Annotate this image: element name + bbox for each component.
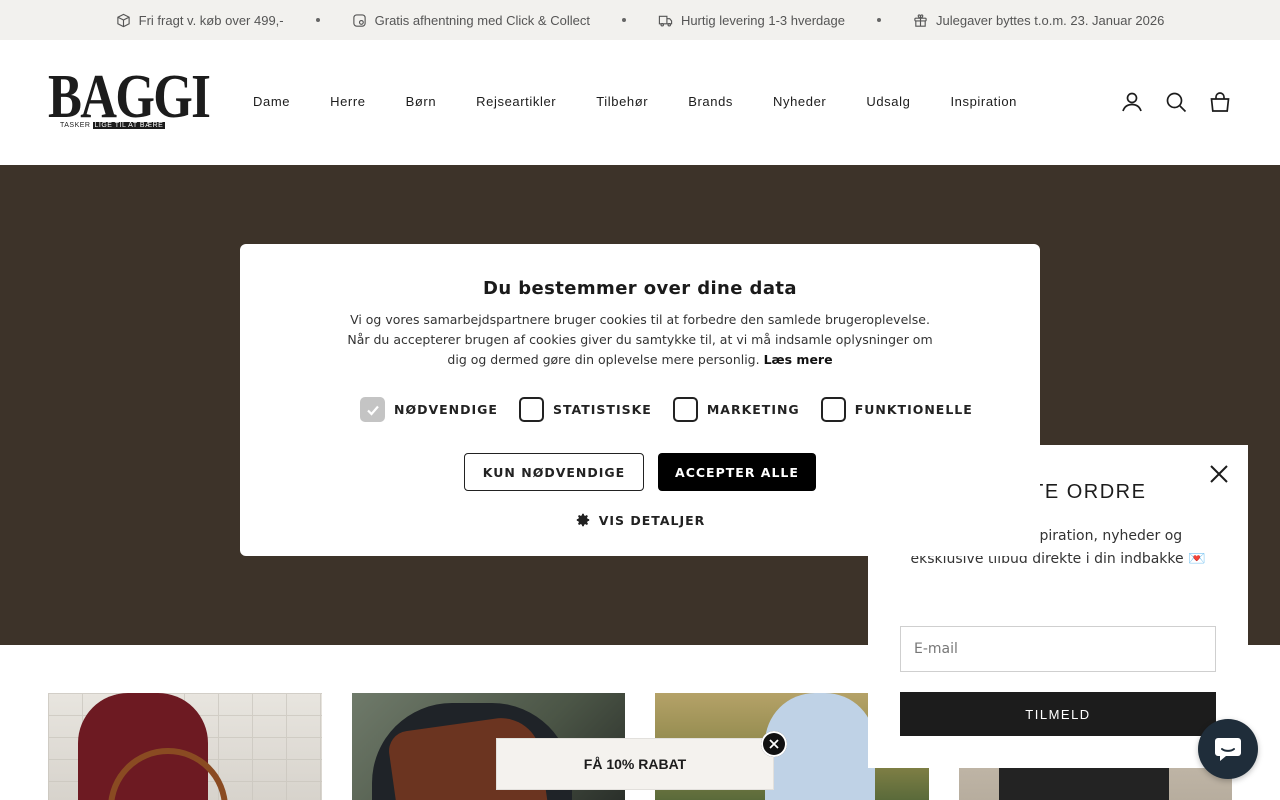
cookie-title: Du bestemmer over dine data: [483, 278, 797, 299]
nav-item-dame[interactable]: Dame: [253, 94, 290, 109]
announcement-gifts: Julegaver byttes t.o.m. 23. Januar 2026: [913, 13, 1164, 28]
site-logo[interactable]: BAGGI TASKER LIGE TIL AT BÆRE: [48, 63, 211, 140]
logo-wordmark: BAGGI: [48, 63, 211, 131]
separator-dot: [621, 18, 626, 22]
chat-button[interactable]: [1198, 719, 1258, 779]
checkbox-label: FUNKTIONELLE: [854, 402, 973, 417]
announcement-click-collect: Gratis afhentning med Click & Collect: [352, 13, 590, 28]
checkbox-necessary[interactable]: NØDVENDIGE: [360, 397, 498, 422]
checkbox-label: STATISTISKE: [552, 402, 652, 417]
announcement-text: Hurtig levering 1-3 hverdage: [680, 12, 845, 28]
cookie-description: Vi og vores samarbejdspartnere bruger co…: [340, 310, 940, 370]
show-details-label: VIS DETALJER: [598, 512, 706, 528]
nav-item-tilbehor[interactable]: Tilbehør: [596, 94, 648, 109]
accept-all-button[interactable]: ACCEPTER ALLE: [658, 453, 816, 491]
nav-item-inspiration[interactable]: Inspiration: [950, 94, 1017, 109]
email-field[interactable]: E-mail: [900, 626, 1216, 672]
announcement-bar: Fri fragt v. køb over 499,- Gratis afhen…: [0, 0, 1280, 40]
checkbox-statistics[interactable]: STATISTISKE: [518, 397, 652, 422]
nav-item-nyheder[interactable]: Nyheder: [773, 94, 826, 109]
separator-dot: [876, 18, 881, 22]
announcement-text: Julegaver byttes t.o.m. 23. Januar 2026: [935, 12, 1165, 28]
checkbox-functional[interactable]: FUNKTIONELLE: [820, 397, 973, 422]
main-nav: Dame Herre Børn Rejseartikler Tilbehør B…: [253, 94, 1017, 109]
cookie-consent-dialog: Du bestemmer over dine data Vi og vores …: [240, 244, 1040, 556]
checkbox-box[interactable]: [672, 397, 698, 422]
announcement-delivery: Hurtig levering 1-3 hverdage: [658, 13, 845, 28]
tag-icon: [352, 13, 366, 27]
checkbox-label: NØDVENDIGE: [394, 402, 498, 417]
show-details-toggle[interactable]: VIS DETALJER: [240, 512, 1040, 528]
product-card[interactable]: [48, 693, 322, 800]
header-actions: [1120, 90, 1232, 114]
gear-icon: [576, 513, 589, 527]
gift-icon: [914, 13, 927, 27]
search-icon[interactable]: [1164, 90, 1188, 114]
nav-item-herre[interactable]: Herre: [330, 94, 366, 109]
nav-item-udsalg[interactable]: Udsalg: [866, 94, 910, 109]
checkbox-marketing[interactable]: MARKETING: [672, 397, 800, 422]
subscribe-button[interactable]: TILMELD: [900, 692, 1216, 736]
site-header: BAGGI TASKER LIGE TIL AT BÆRE Dame Herre…: [0, 40, 1280, 165]
cookie-actions: KUN NØDVENDIGE ACCEPTER ALLE: [464, 453, 816, 491]
separator-dot: [315, 18, 320, 22]
checkbox-box[interactable]: [518, 397, 544, 422]
nav-item-born[interactable]: Børn: [406, 94, 437, 109]
announcement-text: Gratis afhentning med Click & Collect: [374, 12, 590, 28]
checkbox-label: MARKETING: [706, 402, 800, 417]
read-more-link[interactable]: Læs mere: [764, 352, 833, 367]
necessary-only-button[interactable]: KUN NØDVENDIGE: [464, 453, 644, 491]
cart-icon[interactable]: [1208, 90, 1232, 114]
announcement-text: Fri fragt v. køb over 499,-: [138, 12, 284, 28]
announcement-free-shipping: Fri fragt v. køb over 499,-: [116, 13, 284, 28]
discount-tab[interactable]: FÅ 10% RABAT: [496, 738, 774, 790]
truck-icon: [658, 15, 673, 26]
checkbox-box[interactable]: [360, 397, 385, 422]
nav-item-brands[interactable]: Brands: [688, 94, 733, 109]
cookie-category-list: NØDVENDIGE STATISTISKE MARKETING FUNKTIO…: [360, 397, 973, 422]
close-icon[interactable]: [761, 731, 787, 757]
nav-item-rejseartikler[interactable]: Rejseartikler: [476, 94, 556, 109]
cookie-description-text: Vi og vores samarbejdspartnere bruger co…: [347, 312, 933, 367]
box-icon: [116, 13, 130, 27]
chat-icon: [1215, 738, 1241, 761]
check-icon: [366, 405, 379, 416]
account-icon[interactable]: [1120, 90, 1144, 114]
checkbox-box[interactable]: [820, 397, 846, 422]
